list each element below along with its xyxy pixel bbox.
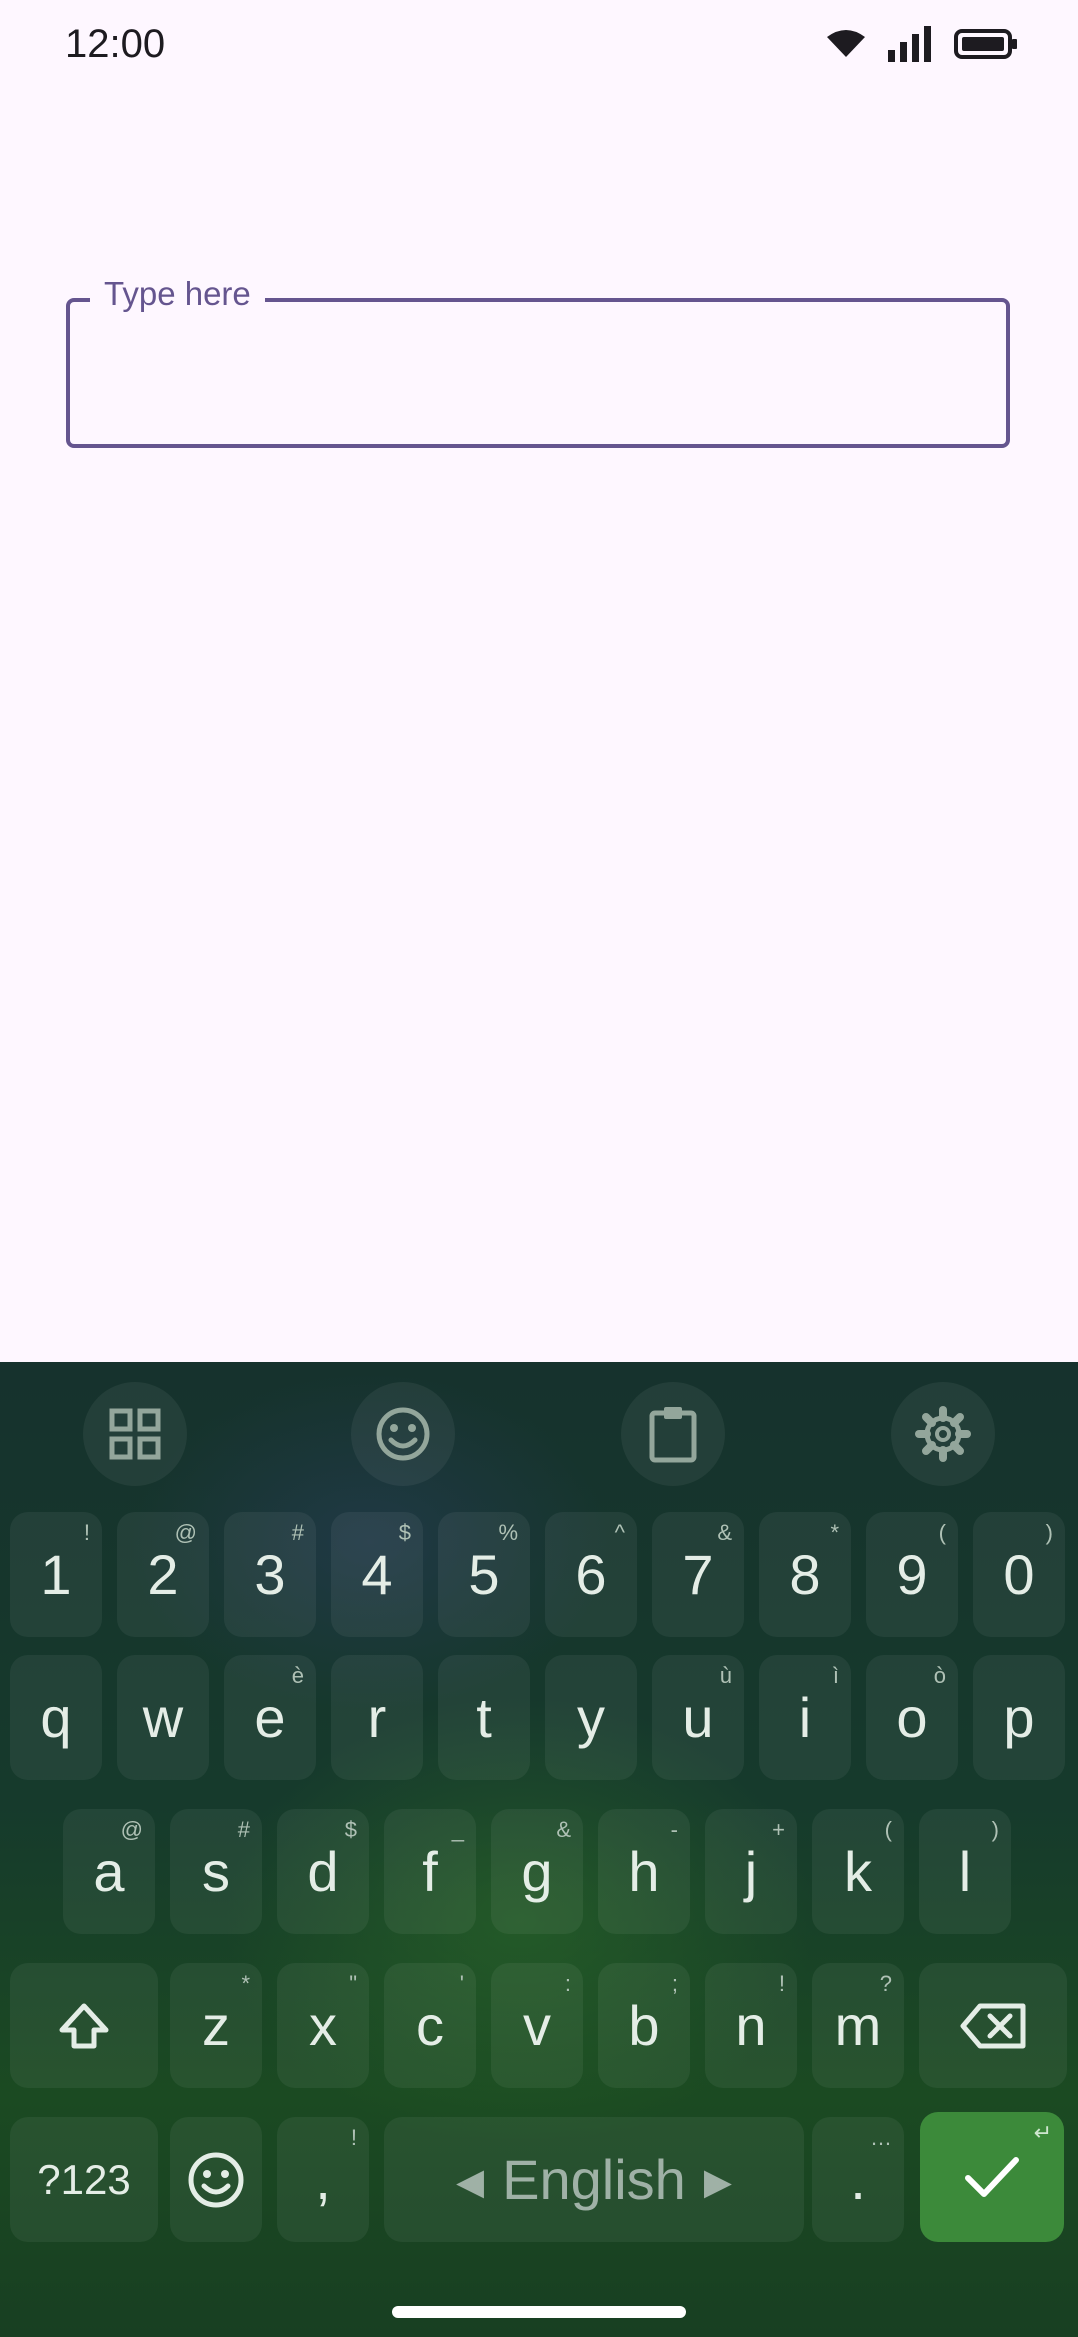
key-i[interactable]: iì xyxy=(759,1655,851,1780)
key-t[interactable]: t xyxy=(438,1655,530,1780)
key-9[interactable]: 9( xyxy=(866,1512,958,1637)
battery-icon xyxy=(954,29,1017,59)
soft-keyboard: 1! 2 @ 3 # 4 $ 5% 6 ^ 7 & 8 * 9( 0) q w eè r t… xyxy=(0,1362,1078,2337)
key-x[interactable]: x " xyxy=(277,1963,369,2088)
language-prev-arrow: ◂ xyxy=(456,2147,485,2211)
key-3[interactable]: 3 # xyxy=(224,1512,316,1637)
space-language-label: English xyxy=(502,2148,686,2211)
key-s[interactable]: s # xyxy=(170,1809,262,1934)
key-p[interactable]: p xyxy=(973,1655,1065,1780)
key-k[interactable]: k( xyxy=(812,1809,904,1934)
status-bar: 12:00 xyxy=(0,0,1078,96)
key-j[interactable]: j + xyxy=(705,1809,797,1934)
key-q[interactable]: q xyxy=(10,1655,102,1780)
clipboard-button[interactable] xyxy=(621,1382,725,1486)
shift-key[interactable] xyxy=(10,1963,158,2088)
key-0[interactable]: 0) xyxy=(973,1512,1065,1637)
apps-grid-icon xyxy=(109,1408,161,1460)
emoji-key-icon xyxy=(188,2152,244,2207)
key-o[interactable]: oò xyxy=(866,1655,958,1780)
gesture-nav-handle[interactable] xyxy=(392,2306,686,2318)
settings-icon xyxy=(915,1406,971,1462)
emoji-toolbar-button[interactable] xyxy=(351,1382,455,1486)
status-icons xyxy=(826,26,1018,62)
language-next-arrow: ▸ xyxy=(703,2147,732,2211)
key-b[interactable]: b; xyxy=(598,1963,690,2088)
emoji-key[interactable] xyxy=(170,2117,262,2242)
key-h[interactable]: h- xyxy=(598,1809,690,1934)
key-u[interactable]: uù xyxy=(652,1655,744,1780)
key-2[interactable]: 2 @ xyxy=(117,1512,209,1637)
period-key[interactable]: .… xyxy=(812,2117,904,2242)
key-n[interactable]: n! xyxy=(705,1963,797,2088)
key-a[interactable]: a @ xyxy=(63,1809,155,1934)
key-8[interactable]: 8 * xyxy=(759,1512,851,1637)
settings-button[interactable] xyxy=(891,1382,995,1486)
key-g[interactable]: g & xyxy=(491,1809,583,1934)
key-d[interactable]: d $ xyxy=(277,1809,369,1934)
status-time: 12:00 xyxy=(65,22,166,66)
shift-icon xyxy=(59,2003,109,2048)
key-e[interactable]: eè xyxy=(224,1655,316,1780)
text-input-field[interactable]: Type here xyxy=(66,274,1010,448)
key-l[interactable]: l) xyxy=(919,1809,1011,1934)
key-z[interactable]: z * xyxy=(170,1963,262,2088)
symbols-key[interactable]: ?123 xyxy=(10,2117,158,2242)
enter-key[interactable]: ↵ xyxy=(920,2112,1064,2242)
key-m[interactable]: m? xyxy=(812,1963,904,2088)
key-5[interactable]: 5% xyxy=(438,1512,530,1637)
key-7[interactable]: 7 & xyxy=(652,1512,744,1637)
space-key[interactable]: ◂ English ▸ xyxy=(384,2117,804,2242)
key-y[interactable]: y xyxy=(545,1655,637,1780)
comma-key[interactable]: ,! xyxy=(277,2117,369,2242)
cellular-signal-icon xyxy=(888,26,931,62)
key-4[interactable]: 4 $ xyxy=(331,1512,423,1637)
key-r[interactable]: r xyxy=(331,1655,423,1780)
checkmark-icon xyxy=(965,2157,1019,2197)
key-6[interactable]: 6 ^ xyxy=(545,1512,637,1637)
key-v[interactable]: v: xyxy=(491,1963,583,2088)
backspace-icon xyxy=(960,2003,1026,2048)
key-w[interactable]: w xyxy=(117,1655,209,1780)
key-1[interactable]: 1! xyxy=(10,1512,102,1637)
emoji-icon xyxy=(376,1407,430,1461)
key-c[interactable]: c ' xyxy=(384,1963,476,2088)
key-f[interactable]: f _ xyxy=(384,1809,476,1934)
clipboard-icon xyxy=(649,1407,697,1463)
apps-grid-button[interactable] xyxy=(83,1382,187,1486)
backspace-key[interactable] xyxy=(919,1963,1067,2088)
wifi-icon xyxy=(827,30,865,57)
text-field-label: Type here xyxy=(90,274,265,314)
